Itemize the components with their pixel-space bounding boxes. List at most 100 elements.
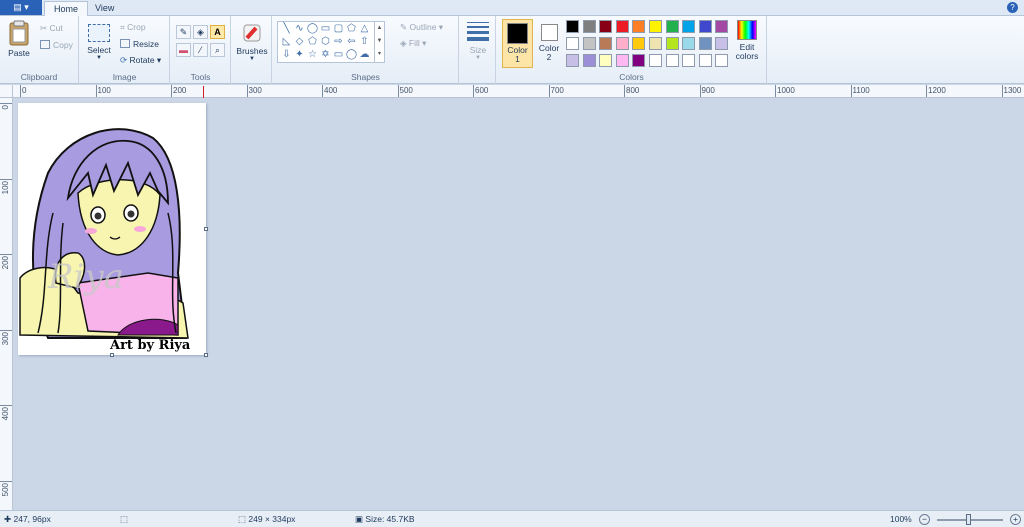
tab-bar: ▤ ▾ Home View ? (0, 0, 1024, 17)
fill-button[interactable]: ◈ Fill ▾ (400, 38, 426, 49)
color-swatch[interactable] (599, 54, 613, 67)
fill-bucket-icon[interactable]: ◈ (193, 25, 208, 39)
color-swatch[interactable] (632, 37, 646, 50)
rainbow-icon (737, 20, 757, 40)
edit-colors-button[interactable]: Edit colors (731, 20, 763, 61)
drawing-canvas[interactable]: Riya Art by Riya (18, 103, 206, 355)
color-swatch[interactable] (682, 37, 696, 50)
color-swatch[interactable] (682, 54, 696, 67)
tab-view[interactable]: View (86, 1, 123, 16)
right-triangle-shape-icon[interactable]: ◺ (280, 36, 293, 48)
resize-button[interactable]: Resize (120, 39, 159, 49)
color-swatch[interactable] (582, 37, 596, 50)
color-swatch[interactable] (649, 37, 662, 50)
zoom-in-icon[interactable]: + (1010, 514, 1021, 525)
color-swatch[interactable] (599, 20, 613, 33)
color1-button[interactable]: Color 1 (502, 19, 533, 68)
magnifier-icon[interactable]: ⌕ (210, 43, 225, 57)
color-swatch[interactable] (615, 37, 629, 50)
color-swatch[interactable] (566, 20, 579, 33)
color-swatch[interactable] (649, 54, 662, 67)
eraser-icon[interactable]: ▬ (176, 43, 191, 57)
color-swatch[interactable] (632, 20, 646, 33)
rotate-button[interactable]: ⟳ Rotate ▾ (120, 55, 161, 66)
tab-home[interactable]: Home (44, 1, 89, 17)
color-swatch[interactable] (615, 54, 629, 67)
resize-handle-bottom[interactable] (110, 353, 114, 357)
color-swatch[interactable] (566, 37, 579, 50)
color-swatch[interactable] (665, 20, 679, 33)
down-arrow-shape-icon[interactable]: ⇩ (280, 49, 293, 61)
rectangle-shape-icon[interactable]: ▭ (319, 23, 332, 35)
color-swatch[interactable] (582, 54, 596, 67)
color-swatch[interactable] (599, 37, 613, 50)
brushes-button[interactable]: Brushes ▼ (235, 22, 269, 62)
callout-oval-icon[interactable]: ◯ (345, 49, 358, 61)
paste-label: Paste (8, 48, 30, 58)
color-swatch[interactable] (715, 54, 729, 67)
triangle-shape-icon[interactable]: △ (358, 23, 371, 35)
color-swatch[interactable] (615, 20, 629, 33)
four-point-star-icon[interactable]: ✦ (293, 49, 306, 61)
curve-shape-icon[interactable]: ∿ (293, 23, 306, 35)
color-swatch[interactable] (665, 37, 679, 50)
selection-size: ⬚ (120, 514, 128, 525)
outline-button[interactable]: ✎ Outline ▾ (400, 22, 443, 33)
paste-button[interactable]: Paste (4, 20, 34, 58)
ruler-tick-label: 300 (248, 86, 262, 95)
color-swatch[interactable] (665, 54, 679, 67)
copy-label: Copy (53, 40, 73, 50)
color-swatch[interactable] (582, 20, 596, 33)
color-swatch[interactable] (566, 54, 579, 67)
color-swatch[interactable] (698, 20, 712, 33)
oval-shape-icon[interactable]: ◯ (306, 23, 319, 35)
callout-cloud-icon[interactable]: ☁ (358, 49, 371, 61)
line-size-icon (467, 22, 489, 41)
help-icon[interactable]: ? (1007, 2, 1018, 13)
size-button[interactable]: Size ▼ (464, 22, 492, 61)
crop-icon: ⌗ (120, 22, 125, 32)
chevron-down-icon: ▼ (475, 55, 481, 61)
resize-handle-right[interactable] (204, 227, 208, 231)
color-swatch[interactable] (682, 20, 696, 33)
resize-handle-corner[interactable] (204, 353, 208, 357)
color-picker-icon[interactable]: ⁄ (193, 43, 208, 57)
pentagon-shape-icon[interactable]: ⬠ (306, 36, 319, 48)
line-shape-icon[interactable]: ╲ (280, 23, 293, 35)
five-point-star-icon[interactable]: ☆ (306, 49, 319, 61)
shapes-gallery[interactable]: ╲ ∿ ◯ ▭ ▢ ⬠ △ ◺ ◇ ⬠ ⬡ ⇨ ⇦ ⇧ ⇩ ✦ ☆ ✡ ▭ ◯ … (277, 21, 385, 63)
color-swatch[interactable] (715, 20, 729, 33)
zoom-out-icon[interactable]: − (919, 514, 930, 525)
cursor-position: ✚ 247, 96px (4, 514, 51, 525)
ruler-tick-label: 500 (1, 482, 10, 496)
left-arrow-shape-icon[interactable]: ⇦ (345, 36, 358, 48)
right-arrow-shape-icon[interactable]: ⇨ (332, 36, 345, 48)
ribbon: Paste ✂ Cut Copy Clipboard Select ▼ ⌗ Cr… (0, 16, 1024, 84)
hexagon-shape-icon[interactable]: ⬡ (319, 36, 332, 48)
polygon-shape-icon[interactable]: ⬠ (345, 23, 358, 35)
gallery-scroll[interactable]: ▲ ▼ ▾ (374, 22, 384, 62)
rounded-rectangle-shape-icon[interactable]: ▢ (332, 23, 345, 35)
color-swatch[interactable] (632, 54, 646, 67)
color-swatch[interactable] (715, 37, 729, 50)
diamond-shape-icon[interactable]: ◇ (293, 36, 306, 48)
file-size: ▣ Size: 45.7KB (355, 514, 415, 525)
color-swatch[interactable] (698, 37, 712, 50)
text-tool-icon[interactable]: A (210, 25, 225, 39)
color-swatch[interactable] (698, 54, 712, 67)
cut-button[interactable]: ✂ Cut (40, 23, 63, 34)
color2-button[interactable]: Color 2 (535, 19, 563, 68)
color-swatch[interactable] (649, 20, 662, 33)
ruler-tick-label: 1100 (852, 86, 870, 95)
ruler-tick (0, 103, 12, 104)
callout-rect-icon[interactable]: ▭ (332, 49, 345, 61)
six-point-star-icon[interactable]: ✡ (319, 49, 332, 61)
file-menu-button[interactable]: ▤ ▾ (0, 0, 42, 15)
up-arrow-shape-icon[interactable]: ⇧ (358, 36, 371, 48)
zoom-slider-thumb[interactable] (966, 514, 971, 525)
select-button[interactable]: Select ▼ (84, 24, 114, 61)
pencil-icon[interactable]: ✎ (176, 25, 191, 39)
crop-button[interactable]: ⌗ Crop (120, 22, 146, 33)
copy-button[interactable]: Copy (40, 40, 73, 50)
brush-icon (243, 24, 261, 42)
